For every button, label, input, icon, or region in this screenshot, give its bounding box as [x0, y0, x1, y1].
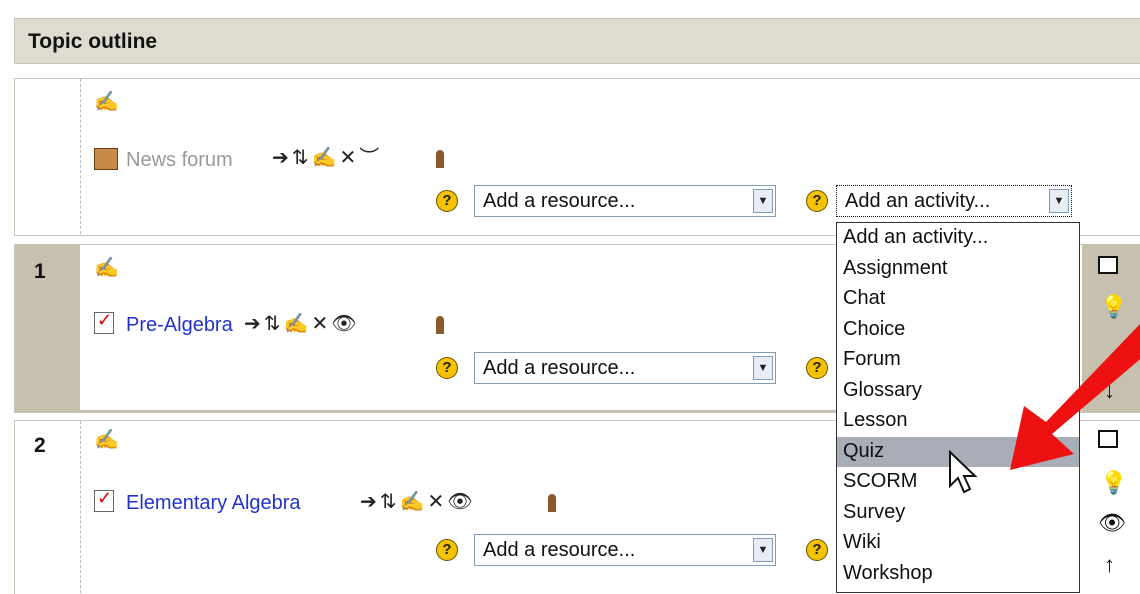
dropdown-option-label: Wiki [843, 531, 881, 553]
move-icon[interactable]: ⇅ [380, 491, 400, 513]
dropdown-option-workshop[interactable]: Workshop [837, 559, 1079, 590]
edit-icon[interactable]: ✍ [400, 491, 428, 513]
add-resource-value: Add a resource... [483, 357, 636, 379]
add-activity-value: Add an activity... [845, 190, 991, 212]
quiz-icon: ✓ [94, 310, 114, 334]
dropdown-option-label: Workshop [843, 561, 933, 584]
dropdown-option-label: Glossary [843, 378, 922, 401]
add-activity-select[interactable]: Add an activity... ▼ [836, 185, 1072, 217]
delete-icon[interactable]: ✕ [339, 147, 359, 169]
add-resource-select[interactable]: Add a resource... ▼ [474, 352, 776, 384]
activity-link-pre-algebra[interactable]: Pre-Algebra [126, 314, 233, 337]
section-number: 1 [34, 260, 46, 283]
arrow-icon [1010, 324, 1140, 470]
topic-outline-header [14, 18, 1140, 64]
dropdown-option-label: SCORM [843, 470, 918, 492]
delete-icon[interactable]: ✕ [311, 313, 331, 335]
edit-summary-icon[interactable]: ✍ [94, 430, 119, 450]
forum-icon [94, 148, 118, 170]
dropdown-option-wiki[interactable]: Wiki [837, 528, 1079, 559]
activity-controls: ➔⇅✍✕︶ [272, 148, 382, 168]
add-resource-value: Add a resource... [483, 539, 636, 561]
add-resource-select[interactable]: Add a resource... ▼ [474, 185, 776, 217]
help-icon[interactable]: ? [806, 357, 828, 379]
dropdown-option-survey[interactable]: Survey [837, 498, 1079, 529]
indent-right-icon[interactable]: ➔ [244, 313, 264, 335]
chevron-down-icon[interactable]: ▼ [753, 189, 773, 213]
group-mode-icon[interactable] [548, 494, 556, 512]
activity-link-news-forum[interactable]: News forum [126, 149, 233, 172]
eye-closed-icon[interactable]: ︶ [359, 147, 382, 169]
edit-summary-icon[interactable]: ✍ [94, 92, 119, 112]
red-arrow-annotation [1010, 324, 1140, 470]
dropdown-option-label: Forum [843, 348, 901, 370]
section-show-only-icon[interactable] [1098, 256, 1118, 274]
dropdown-option-label: Quiz [843, 439, 885, 462]
eye-open-icon[interactable]: 👁 [447, 491, 475, 513]
activity-controls: ➔⇅✍✕👁 [360, 492, 476, 512]
edit-summary-icon[interactable]: ✍ [94, 258, 119, 278]
move-icon[interactable]: ⇅ [264, 313, 284, 335]
quiz-icon: ✓ [94, 488, 114, 512]
dropdown-option-chat[interactable]: Chat [837, 284, 1079, 315]
group-mode-icon[interactable] [436, 316, 444, 334]
help-icon[interactable]: ? [806, 539, 828, 561]
dropdown-option-label: Assignment [843, 256, 948, 279]
group-mode-icon[interactable] [436, 150, 444, 168]
help-icon[interactable]: ? [806, 190, 828, 212]
dropdown-option-add-an-activity[interactable]: Add an activity... [837, 223, 1079, 254]
eye-open-icon[interactable]: 👁 [331, 313, 359, 335]
page-title: Topic outline [28, 30, 158, 53]
dropdown-option-label: Survey [843, 500, 906, 523]
indent-right-icon[interactable]: ➔ [360, 491, 380, 513]
help-icon[interactable]: ? [436, 539, 458, 561]
move-up-icon[interactable]: ↑ [1104, 552, 1115, 578]
dropdown-option-label: Chat [843, 287, 886, 309]
edit-icon[interactable]: ✍ [284, 313, 312, 335]
section-divider [80, 421, 81, 593]
dropdown-option-label: Choice [843, 317, 906, 340]
edit-icon[interactable]: ✍ [312, 147, 340, 169]
mouse-cursor-icon [949, 450, 978, 494]
add-resource-select[interactable]: Add a resource... ▼ [474, 534, 776, 566]
chevron-down-icon[interactable]: ▼ [753, 538, 773, 562]
eye-open-icon[interactable]: 👁 [1098, 510, 1126, 536]
section-divider [80, 79, 81, 234]
delete-icon[interactable]: ✕ [427, 491, 447, 513]
dropdown-option-assignment[interactable]: Assignment [837, 254, 1079, 285]
help-icon[interactable]: ? [436, 190, 458, 212]
section-number: 2 [34, 434, 46, 457]
dropdown-option-label: Add an activity... [843, 226, 989, 248]
chevron-down-icon[interactable]: ▼ [753, 356, 773, 380]
indent-right-icon[interactable]: ➔ [272, 147, 292, 169]
move-icon[interactable]: ⇅ [292, 147, 312, 169]
activity-link-elementary-algebra[interactable]: Elementary Algebra [126, 492, 301, 515]
add-resource-value: Add a resource... [483, 190, 636, 212]
help-icon[interactable]: ? [436, 357, 458, 379]
activity-controls: ➔⇅✍✕👁 [244, 314, 360, 334]
chevron-down-icon[interactable]: ▼ [1049, 189, 1069, 213]
dropdown-option-label: Lesson [843, 409, 908, 431]
